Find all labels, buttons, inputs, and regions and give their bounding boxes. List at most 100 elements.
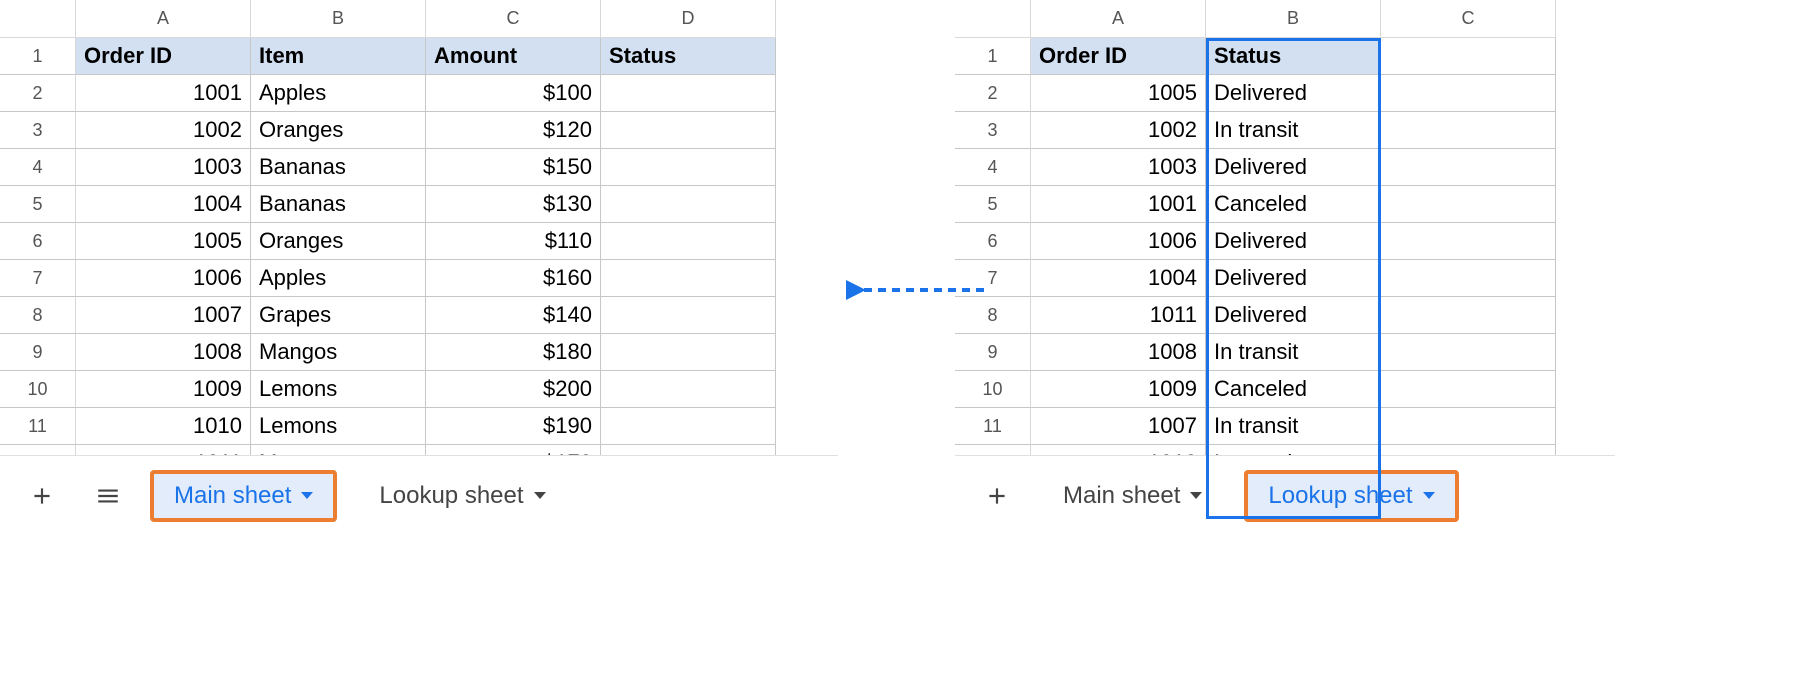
cell[interactable]: 1008 xyxy=(1031,334,1206,371)
cell[interactable] xyxy=(1381,260,1556,297)
cell[interactable]: Delivered xyxy=(1206,297,1381,334)
row-header[interactable]: 3 xyxy=(0,112,76,149)
cell[interactable] xyxy=(1381,408,1556,445)
cell[interactable]: 1005 xyxy=(1031,75,1206,112)
cell[interactable]: Grapes xyxy=(251,297,426,334)
header-order-id[interactable]: Order ID xyxy=(1031,38,1206,75)
cell[interactable] xyxy=(601,223,776,260)
cell[interactable]: 1007 xyxy=(1031,408,1206,445)
cell[interactable]: Lemons xyxy=(251,371,426,408)
col-header-A[interactable]: A xyxy=(76,0,251,38)
cell[interactable] xyxy=(1381,112,1556,149)
row-header[interactable]: 11 xyxy=(955,408,1031,445)
cell[interactable]: 1001 xyxy=(76,75,251,112)
cell[interactable]: Delivered xyxy=(1206,149,1381,186)
cell[interactable]: $120 xyxy=(426,112,601,149)
cell[interactable] xyxy=(601,334,776,371)
row-header[interactable]: 7 xyxy=(0,260,76,297)
cell[interactable]: 1009 xyxy=(1031,371,1206,408)
cell[interactable]: 1003 xyxy=(76,149,251,186)
cell[interactable]: $150 xyxy=(426,149,601,186)
row-header[interactable]: 4 xyxy=(955,149,1031,186)
cell[interactable]: Canceled xyxy=(1206,371,1381,408)
cell[interactable]: 1008 xyxy=(76,334,251,371)
cell[interactable]: $140 xyxy=(426,297,601,334)
cell[interactable] xyxy=(601,371,776,408)
row-header[interactable]: 6 xyxy=(955,223,1031,260)
cell[interactable]: 1004 xyxy=(1031,260,1206,297)
cell[interactable]: 1006 xyxy=(76,260,251,297)
row-header[interactable]: 9 xyxy=(0,334,76,371)
cell[interactable]: $110 xyxy=(426,223,601,260)
row-header[interactable]: 5 xyxy=(0,186,76,223)
cell[interactable] xyxy=(1381,371,1556,408)
sheet-tab-main[interactable]: Main sheet xyxy=(152,472,335,520)
cell[interactable]: $200 xyxy=(426,371,601,408)
row-header[interactable]: 9 xyxy=(955,334,1031,371)
row-header[interactable]: 8 xyxy=(0,297,76,334)
row-header[interactable]: 5 xyxy=(955,186,1031,223)
col-header-C[interactable]: C xyxy=(1381,0,1556,38)
header-order-id[interactable]: Order ID xyxy=(76,38,251,75)
cell[interactable]: $100 xyxy=(426,75,601,112)
header-item[interactable]: Item xyxy=(251,38,426,75)
row-header[interactable]: 2 xyxy=(955,75,1031,112)
row-header[interactable]: 10 xyxy=(0,371,76,408)
cell[interactable] xyxy=(601,75,776,112)
header-status[interactable]: Status xyxy=(601,38,776,75)
cell[interactable] xyxy=(601,408,776,445)
cell[interactable] xyxy=(1381,223,1556,260)
cell[interactable]: 1001 xyxy=(1031,186,1206,223)
cell[interactable]: In transit xyxy=(1206,112,1381,149)
cell[interactable]: 1002 xyxy=(1031,112,1206,149)
cell[interactable] xyxy=(601,186,776,223)
cell[interactable] xyxy=(601,260,776,297)
row-header[interactable]: 1 xyxy=(0,38,76,75)
row-header[interactable]: 1 xyxy=(955,38,1031,75)
cell[interactable]: 1007 xyxy=(76,297,251,334)
add-sheet-button[interactable] xyxy=(975,474,1019,518)
sheet-tab-lookup[interactable]: Lookup sheet xyxy=(357,472,567,520)
cell[interactable]: 1009 xyxy=(76,371,251,408)
select-all-corner[interactable] xyxy=(955,0,1031,38)
cell[interactable] xyxy=(1381,334,1556,371)
col-header-D[interactable]: D xyxy=(601,0,776,38)
col-header-A[interactable]: A xyxy=(1031,0,1206,38)
header-status[interactable]: Status xyxy=(1206,38,1381,75)
cell[interactable] xyxy=(1381,149,1556,186)
cell[interactable] xyxy=(1381,186,1556,223)
cell[interactable]: In transit xyxy=(1206,334,1381,371)
sheet-tab-lookup[interactable]: Lookup sheet xyxy=(1246,472,1456,520)
cell[interactable]: Oranges xyxy=(251,112,426,149)
cell[interactable]: $160 xyxy=(426,260,601,297)
cell[interactable] xyxy=(601,149,776,186)
cell[interactable]: $130 xyxy=(426,186,601,223)
cell[interactable]: 1002 xyxy=(76,112,251,149)
cell[interactable]: In transit xyxy=(1206,408,1381,445)
cell[interactable]: Delivered xyxy=(1206,223,1381,260)
cell[interactable] xyxy=(1381,297,1556,334)
row-header[interactable]: 2 xyxy=(0,75,76,112)
cell[interactable]: 1005 xyxy=(76,223,251,260)
sheet-tab-main[interactable]: Main sheet xyxy=(1041,472,1224,520)
cell[interactable]: Lemons xyxy=(251,408,426,445)
cell[interactable]: Delivered xyxy=(1206,75,1381,112)
cell[interactable]: 1003 xyxy=(1031,149,1206,186)
col-header-B[interactable]: B xyxy=(1206,0,1381,38)
row-header[interactable]: 10 xyxy=(955,371,1031,408)
cell[interactable] xyxy=(601,297,776,334)
cell[interactable]: 1006 xyxy=(1031,223,1206,260)
row-header[interactable]: 6 xyxy=(0,223,76,260)
cell[interactable]: Bananas xyxy=(251,149,426,186)
all-sheets-button[interactable] xyxy=(86,474,130,518)
cell[interactable]: $190 xyxy=(426,408,601,445)
cell[interactable]: Delivered xyxy=(1206,260,1381,297)
col-header-C[interactable]: C xyxy=(426,0,601,38)
select-all-corner[interactable] xyxy=(0,0,76,38)
row-header[interactable]: 4 xyxy=(0,149,76,186)
cell[interactable] xyxy=(1381,75,1556,112)
row-header[interactable]: 3 xyxy=(955,112,1031,149)
row-header[interactable]: 11 xyxy=(0,408,76,445)
cell[interactable]: 1010 xyxy=(76,408,251,445)
cell[interactable] xyxy=(1381,38,1556,75)
